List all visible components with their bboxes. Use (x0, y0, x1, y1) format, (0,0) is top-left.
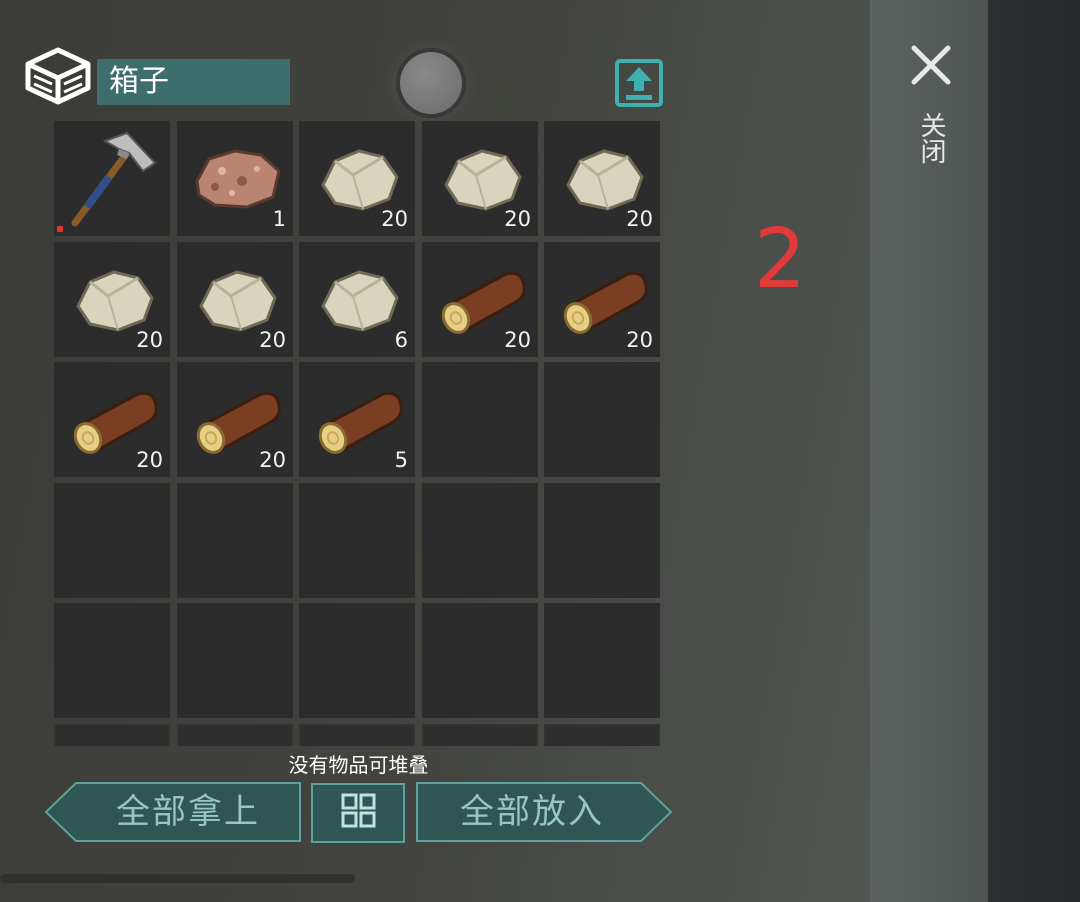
inventory-slot[interactable]: 20 (544, 242, 660, 357)
inventory-slot[interactable] (422, 724, 538, 746)
inventory-slot[interactable] (177, 724, 293, 746)
chest-icon (25, 47, 91, 105)
item-count: 20 (504, 328, 531, 352)
scrollbar[interactable] (0, 874, 355, 883)
inventory-slot[interactable] (422, 362, 538, 477)
close-icon[interactable] (906, 40, 956, 90)
inventory-slot[interactable]: 20 (422, 242, 538, 357)
close-label[interactable]: 关闭 (916, 112, 946, 164)
inventory-slot[interactable] (544, 724, 660, 746)
inventory-slot[interactable] (299, 483, 415, 598)
joystick-knob[interactable] (400, 52, 462, 114)
item-count: 20 (136, 448, 163, 472)
item-count: 1 (272, 207, 286, 231)
annotation-number: 2 (754, 212, 807, 307)
inventory-slot[interactable] (177, 603, 293, 718)
item-count: 5 (394, 448, 408, 472)
inventory-slot[interactable] (54, 603, 170, 718)
inventory-slot[interactable]: 20 (177, 362, 293, 477)
inventory-slot[interactable] (422, 483, 538, 598)
inventory-slot[interactable] (54, 483, 170, 598)
sort-grid-icon (341, 793, 376, 828)
inventory-slot[interactable]: 20 (544, 121, 660, 236)
put-all-button[interactable]: 全部放入 (415, 781, 673, 843)
item-count: 20 (504, 207, 531, 231)
inventory-slot[interactable]: 20 (177, 242, 293, 357)
upload-icon[interactable] (614, 58, 664, 108)
sort-button[interactable] (311, 783, 405, 843)
inventory-slot[interactable]: 20 (422, 121, 538, 236)
item-count: 20 (626, 207, 653, 231)
item-count: 20 (259, 328, 286, 352)
inventory-slot[interactable] (544, 362, 660, 477)
item-count: 20 (381, 207, 408, 231)
inventory-slot[interactable] (422, 603, 538, 718)
inventory-slot[interactable]: 20 (299, 121, 415, 236)
inventory-slot[interactable] (544, 603, 660, 718)
stack-status-text: 没有物品可堆叠 (288, 753, 429, 777)
inventory-slot[interactable] (299, 724, 415, 746)
take-all-button[interactable]: 全部拿上 (44, 781, 302, 843)
inventory-slot[interactable] (54, 121, 170, 236)
item-count: 20 (136, 328, 163, 352)
inventory-slot[interactable]: 5 (299, 362, 415, 477)
put-all-label: 全部放入 (460, 792, 604, 832)
inventory-slot[interactable] (544, 483, 660, 598)
inventory-slot[interactable] (54, 724, 170, 746)
item-count: 20 (259, 448, 286, 472)
inventory-slot[interactable] (299, 603, 415, 718)
inventory-slot[interactable]: 20 (54, 242, 170, 357)
item-count: 6 (394, 328, 408, 352)
inventory-slot[interactable]: 20 (54, 362, 170, 477)
container-title: 箱子 (97, 59, 290, 105)
durability-marker (57, 226, 63, 232)
inventory-slot[interactable]: 1 (177, 121, 293, 236)
inventory-slot[interactable] (177, 483, 293, 598)
take-all-label: 全部拿上 (116, 792, 260, 832)
right-edge-panel (988, 0, 1080, 902)
inventory-slot[interactable]: 6 (299, 242, 415, 357)
item-count: 20 (626, 328, 653, 352)
